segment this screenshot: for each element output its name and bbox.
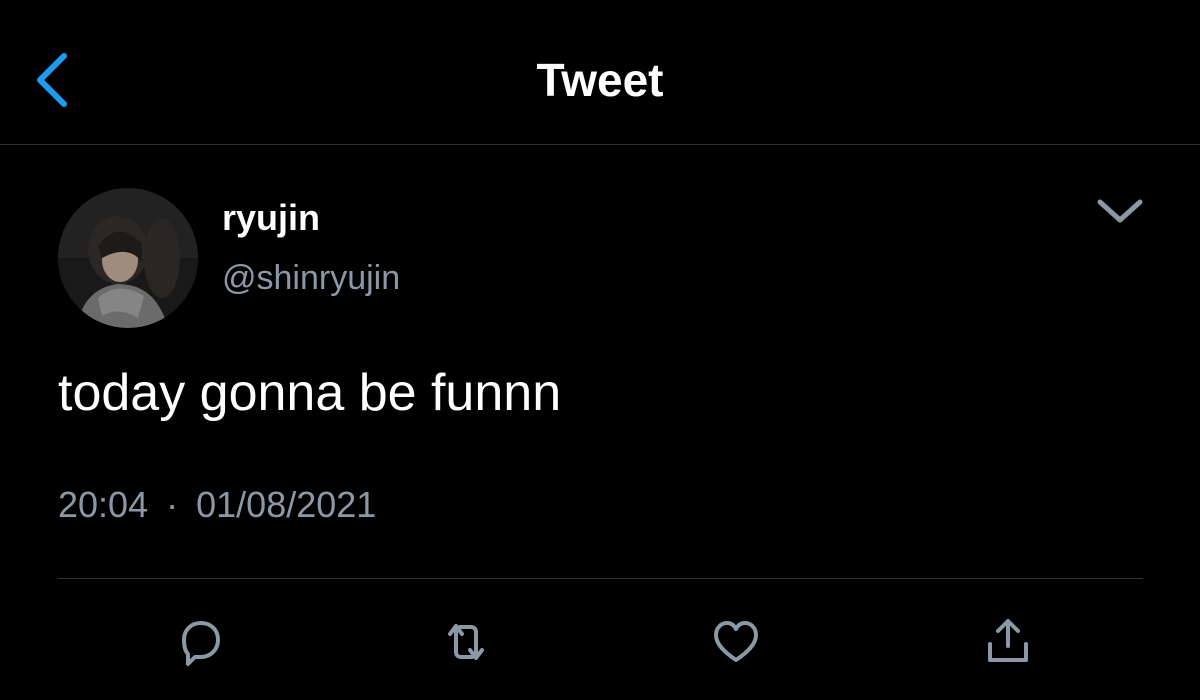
retweet-button[interactable] (436, 612, 496, 672)
reply-icon (182, 621, 220, 666)
chevron-down-icon (1097, 199, 1143, 223)
tweet-time[interactable]: 20:04 (58, 484, 148, 525)
author-handle[interactable]: @shinryujin (222, 256, 400, 300)
like-icon (714, 621, 758, 662)
retweet-icon (448, 624, 484, 660)
page-title: Tweet (536, 54, 664, 106)
author-name[interactable]: ryujin (222, 196, 320, 240)
avatar[interactable] (58, 188, 198, 328)
tweet-timestamp: 20:04 · 01/08/2021 (58, 482, 376, 528)
like-button[interactable] (706, 612, 766, 672)
share-icon (988, 619, 1028, 662)
share-button[interactable] (978, 612, 1038, 672)
reply-button[interactable] (170, 612, 230, 672)
timestamp-separator: · (166, 484, 179, 525)
avatar-photo (58, 188, 198, 328)
tweet-text: today gonna be funnn (58, 364, 562, 422)
tweet-date[interactable]: 01/08/2021 (196, 484, 376, 525)
divider (58, 578, 1143, 579)
more-options-button[interactable] (1092, 190, 1148, 234)
top-bar: Tweet (0, 0, 1200, 145)
